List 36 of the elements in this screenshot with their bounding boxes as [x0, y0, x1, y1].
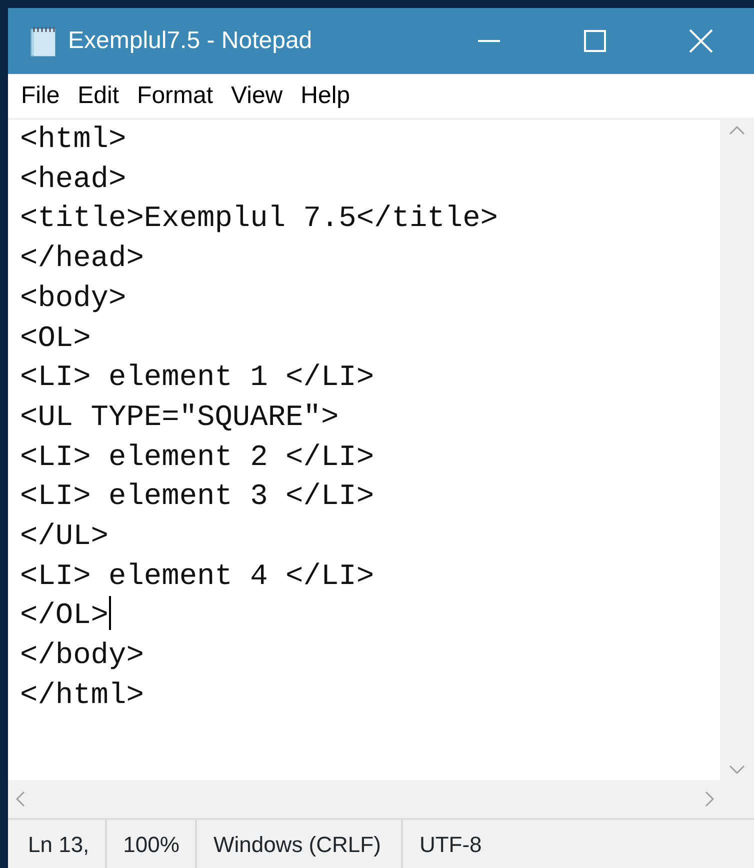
code-line: <OL> [20, 320, 91, 355]
menu-item[interactable]: View [222, 84, 292, 108]
text-editor[interactable]: <html> <head> <title>Exemplul 7.5</title> </head> <body> <OL> <LI> element 1 </LI> <UL TYPE="SQUARE"> <LI> element 2 </LI> <LI> element 3 </LI> </UL> <LI> element 4 </LI> </OL> </body> </html> [8, 120, 720, 780]
code-line: <body> [20, 280, 126, 315]
code-line: </OL> [20, 598, 109, 632]
vertical-scrollbar[interactable] [720, 120, 754, 780]
maximize-icon [584, 30, 606, 52]
code-line: </UL> [20, 519, 109, 554]
menu-item[interactable]: File [12, 84, 69, 108]
code-line: <title>Exemplul 7.5</title> [20, 201, 498, 236]
scroll-right-icon[interactable] [705, 791, 714, 807]
status-text: Ln 13, [28, 830, 90, 858]
code-line: <LI> element 3 </LI> [20, 479, 374, 514]
menu-item[interactable]: Format [128, 84, 222, 108]
status-text: Windows (CRLF) [213, 830, 381, 858]
scroll-left-icon[interactable] [16, 791, 25, 807]
scroll-down-icon[interactable] [729, 765, 745, 774]
code-line: <html> [20, 122, 126, 156]
horizontal-scrollbar[interactable] [8, 780, 754, 818]
code-line: <LI> element 1 </LI> [20, 360, 374, 394]
minimize-icon [478, 40, 500, 42]
code-line: <LI> element 4 </LI> [20, 558, 374, 593]
code-line: <LI> element 2 </LI> [20, 440, 374, 474]
close-icon [689, 29, 713, 53]
code-line: <head> [20, 162, 126, 196]
menu-item[interactable]: Edit [68, 84, 128, 108]
notepad-icon [28, 25, 58, 57]
status-text: UTF-8 [419, 830, 482, 858]
menu-item[interactable]: Help [292, 84, 359, 108]
code-line: </html> [20, 678, 144, 712]
window-title: Exemplul7.5 - Notepad [68, 26, 312, 56]
code-line: <UL TYPE="SQUARE"> [20, 400, 339, 434]
code-line: </head> [20, 241, 144, 276]
scroll-up-icon[interactable] [729, 126, 745, 135]
status-text: 100% [123, 830, 180, 858]
code-line: </body> [20, 638, 144, 672]
